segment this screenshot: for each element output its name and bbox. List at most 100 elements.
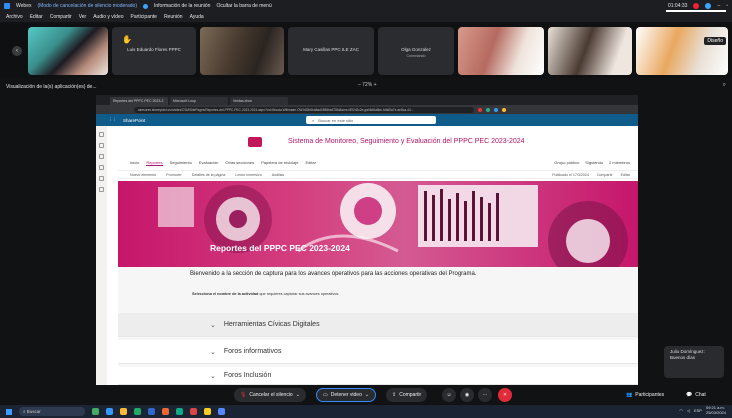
scroll-left-icon[interactable]: ‹ xyxy=(12,46,22,56)
share-label[interactable]: Visualización de la(s) aplicación(es) de… xyxy=(6,84,97,90)
menu-ver[interactable]: Ver xyxy=(79,14,87,20)
immersive-reader-button[interactable]: Lector inmersivo xyxy=(235,173,261,177)
feed-icon[interactable] xyxy=(99,154,104,159)
menu-participante[interactable]: Participante xyxy=(131,14,157,20)
browser-tab[interactable]: Ventas.xlsm xyxy=(230,97,288,105)
extension-icon[interactable] xyxy=(478,107,482,112)
section-accordion[interactable]: ⌄ Foros Inclusión xyxy=(118,367,638,385)
participant-tile[interactable] xyxy=(200,27,284,75)
taskbar-search[interactable]: ⌕ Buscar xyxy=(19,407,85,416)
browser-tab[interactable]: Microsoft Loop xyxy=(170,97,228,105)
close-icon[interactable]: ▫ xyxy=(726,3,728,9)
extension-icon[interactable] xyxy=(486,107,490,112)
chat-preview[interactable]: Julio Domínguez: Buenos días xyxy=(664,346,724,378)
powerpoint-icon[interactable] xyxy=(162,408,169,415)
share-page-button[interactable]: Compartir xyxy=(597,173,613,177)
chat-button[interactable]: 💬 Chat xyxy=(680,388,712,402)
participant-tile[interactable]: Diseño xyxy=(636,27,728,75)
menu-compartir[interactable]: Compartir xyxy=(50,14,72,20)
promote-button[interactable]: Promover xyxy=(166,173,182,177)
webex-taskbar-icon[interactable] xyxy=(176,408,183,415)
sharepoint-app-name[interactable]: SharePoint xyxy=(123,118,145,123)
nav-evaluacion[interactable]: Evaluación xyxy=(199,160,219,165)
layout-button[interactable]: Diseño xyxy=(704,37,726,45)
unmute-button[interactable]: 🎙 Cancelar el silencio ⌄ xyxy=(234,388,306,402)
new-item-button[interactable]: Nuevo elemento xyxy=(130,173,156,177)
nav-papelera[interactable]: Papelera de reciclaje xyxy=(261,160,298,165)
url-field[interactable]: asesores.sharepoint.com/sites/CSM/SitePa… xyxy=(134,106,474,113)
analytics-button[interactable]: Análisis xyxy=(272,173,284,177)
participant-tile[interactable]: Olga Gonzalez Conectando xyxy=(378,27,454,75)
edit-page-button[interactable]: Editar xyxy=(621,173,630,177)
edge-icon[interactable] xyxy=(106,408,113,415)
waffle-icon[interactable]: ⋮⋮ xyxy=(108,117,117,123)
site-logo[interactable] xyxy=(240,132,270,152)
page-details-button[interactable]: Detalles de la página xyxy=(192,173,226,177)
clock-date: 25/03/2024 xyxy=(705,409,726,415)
browser-tab[interactable]: Reportes del PPPC PEC 2023-2 xyxy=(110,97,168,105)
reactions-icon[interactable]: ☺ xyxy=(442,388,456,402)
share-button[interactable]: ⇪ Compartir xyxy=(386,388,428,402)
participants-button[interactable]: 👥 Participantes xyxy=(620,388,670,402)
share-icon: ⇪ xyxy=(392,392,397,398)
section-accordion[interactable]: ⌄ Herramientas Cívicas Digitales xyxy=(118,313,638,337)
published-date: Publicado el 17/3/2024 xyxy=(552,172,589,177)
extension-icon[interactable] xyxy=(502,107,506,112)
globe-icon[interactable] xyxy=(99,143,104,148)
volume-icon[interactable]: ◁ xyxy=(687,408,690,413)
participant-tile[interactable] xyxy=(548,27,632,75)
noise-mode[interactable]: (Modo de cancelación de silencio moderad… xyxy=(37,3,137,9)
chat-icon: 💬 xyxy=(686,392,693,398)
nav-reportes[interactable]: Reportes xyxy=(146,160,163,166)
windows-start-icon[interactable] xyxy=(6,408,12,415)
word-icon[interactable] xyxy=(148,408,155,415)
excel-icon[interactable] xyxy=(134,408,141,415)
stop-video-button[interactable]: ▭ Detener video ⌄ xyxy=(316,388,377,402)
taskview-icon[interactable] xyxy=(92,408,99,415)
menu-ayuda[interactable]: Ayuda xyxy=(190,14,204,20)
site-search-input[interactable]: ⌕ Buscar en este sitio xyxy=(306,116,436,124)
menu-editar[interactable]: Editar xyxy=(30,14,43,20)
list-icon[interactable] xyxy=(99,176,104,181)
nav-editar[interactable]: Editar xyxy=(305,160,315,165)
participant-tile[interactable] xyxy=(28,27,108,75)
section-accordion[interactable]: ⌄ Foros informativos xyxy=(118,340,638,364)
minimize-icon[interactable]: – xyxy=(717,3,720,9)
participants-label: Participantes xyxy=(635,392,665,398)
menu-reunion[interactable]: Reunión xyxy=(164,14,183,20)
participant-tile[interactable]: Mary Casillas PPC ILE ZAC xyxy=(288,27,374,75)
end-call-button[interactable]: ✕ xyxy=(498,388,512,402)
folder-icon[interactable] xyxy=(204,408,211,415)
explorer-icon[interactable] xyxy=(120,408,127,415)
browser-tabs: Reportes del PPPC PEC 2023-2 Microsoft L… xyxy=(96,95,638,105)
more-options-icon[interactable]: ··· xyxy=(478,388,492,402)
nav-otras[interactable]: Otras secciones xyxy=(225,160,254,165)
hero-title: Reportes del PPPC PEC 2023-2024 xyxy=(210,243,350,253)
meeting-info[interactable]: Información de la reunión xyxy=(154,3,210,9)
logo-mark xyxy=(248,136,262,147)
apps-icon[interactable]: ◉ xyxy=(460,388,474,402)
clock[interactable]: 09:21 a.m. 25/03/2024 xyxy=(705,405,726,415)
participant-tile[interactable]: ✋ Luis Eduardo Flores PPPC xyxy=(112,27,196,75)
chrome-icon[interactable] xyxy=(190,408,197,415)
site-title[interactable]: Sistema de Monitoreo, Seguimiento y Eval… xyxy=(288,138,525,145)
people-icon: 👥 xyxy=(626,392,633,398)
share-search-icon[interactable]: ⌕ xyxy=(723,82,726,89)
nav-seguimiento[interactable]: Seguimiento xyxy=(170,160,192,165)
home-icon[interactable] xyxy=(99,132,104,137)
menu-archivo[interactable]: Archivo xyxy=(6,14,23,20)
wifi-icon[interactable]: ◠ xyxy=(679,408,683,413)
files-icon[interactable] xyxy=(99,165,104,170)
language-indicator[interactable]: ESP xyxy=(694,408,702,413)
create-icon[interactable] xyxy=(99,187,104,192)
outlook-icon[interactable] xyxy=(218,408,225,415)
menu-audio-video[interactable]: Audio y vídeo xyxy=(93,14,123,20)
members-button[interactable]: 2 miembros xyxy=(609,160,630,165)
hide-menu-bar[interactable]: Ocultar la barra de menú xyxy=(216,3,271,9)
webex-window: Webex (Modo de cancelación de silencio m… xyxy=(0,0,732,418)
zoom-level[interactable]: – 72% + xyxy=(358,82,377,88)
nav-inicio[interactable]: Inicio xyxy=(130,160,139,165)
extension-icon[interactable] xyxy=(494,107,498,112)
participant-tile[interactable] xyxy=(458,27,544,75)
following-button[interactable]: Siguiendo xyxy=(585,160,603,165)
